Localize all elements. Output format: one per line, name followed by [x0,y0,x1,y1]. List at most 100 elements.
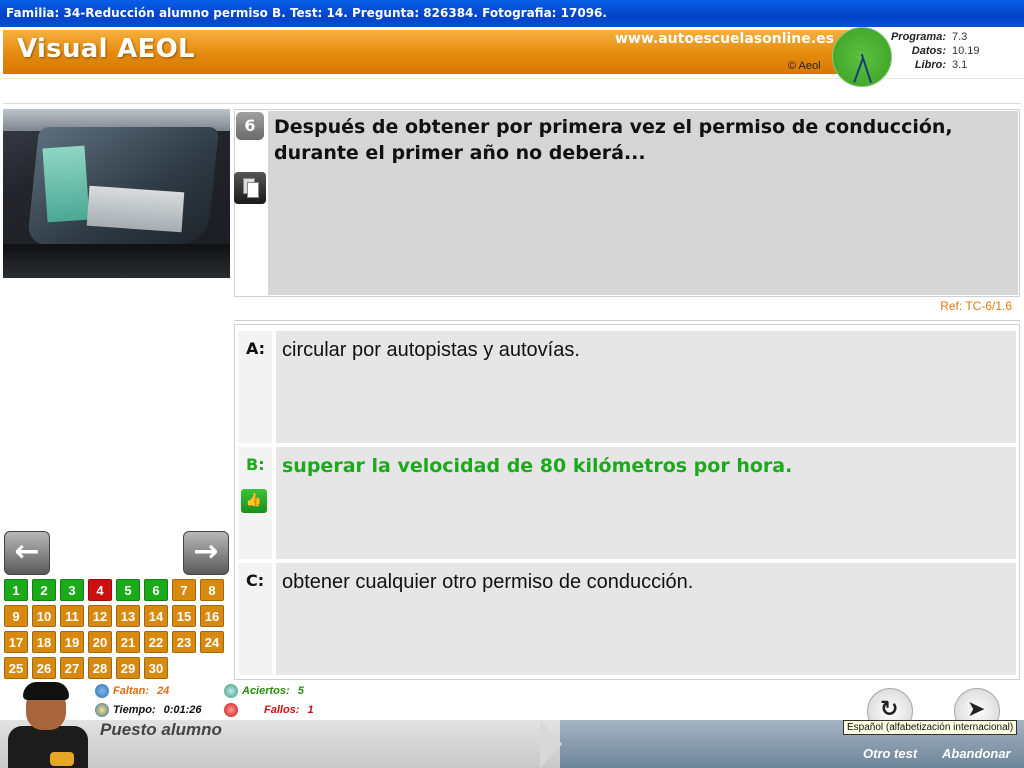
question-nav-cell[interactable]: 28 [88,657,112,679]
question-nav-cell[interactable]: 7 [172,579,196,601]
answer-label: C: [238,563,272,675]
version-row: Programa: 7.3 [890,30,980,44]
avatar-hand [50,752,74,766]
question-nav-cell[interactable]: 3 [60,579,84,601]
answer-text: circular por autopistas y autovías. [276,331,1016,443]
version-label: Programa: [890,31,946,43]
question-number-badge: 6 [236,112,264,140]
version-label: Datos: [911,45,946,57]
previous-question-button[interactable]: ← [4,531,50,575]
stat-faltan: Faltan: 24 [95,684,169,698]
avatar-body [8,726,88,768]
stat-aciertos-value: 5 [297,685,304,697]
question-nav-cell[interactable]: 9 [4,605,28,627]
stat-faltan-value: 24 [157,685,170,697]
answer-text: superar la velocidad de 80 kilómetros po… [276,447,1016,559]
question-nav-cell[interactable]: 16 [200,605,224,627]
flag-icon [95,684,109,698]
question-nav-cell[interactable]: 13 [116,605,140,627]
copy-icon [247,182,259,198]
flag-icon [224,703,238,717]
stat-tiempo-value: 0:01:26 [163,704,202,716]
window-title: Familia: 34-Reducción alumno permiso B. … [6,6,607,20]
version-row: Libro: 3.1 [890,58,980,72]
arrow-right-icon: → [193,534,219,569]
clock-hand [853,57,864,83]
website-link[interactable]: www.autoescuelasonline.es [615,31,834,47]
app-header: Visual AEOL www.autoescuelasonline.es © … [0,27,1024,87]
question-nav-cell[interactable]: 20 [88,631,112,653]
question-nav-cell[interactable]: 19 [60,631,84,653]
version-label: Libro: [914,59,946,71]
version-row: Datos: 10.19 [890,44,980,58]
refresh-icon: ↻ [880,697,899,722]
answer-option-c[interactable]: C: obtener cualquier otro permiso de con… [238,563,1016,675]
question-nav-cell[interactable]: 6 [144,579,168,601]
stat-tiempo-label: Tiempo: [113,704,156,716]
photo-paper [86,185,185,233]
question-nav-cell[interactable]: 8 [200,579,224,601]
question-nav-cell[interactable]: 10 [32,605,56,627]
photo-sticker [42,145,90,223]
next-question-button[interactable]: → [183,531,229,575]
question-nav-cell[interactable]: 11 [60,605,84,627]
answer-label: B: 👍 [238,447,272,559]
other-test-label[interactable]: Otro test [863,746,917,761]
language-tooltip: Español (alfabetización internacional) [843,720,1018,735]
question-nav-cell[interactable]: 17 [4,631,28,653]
question-nav-cell[interactable]: 24 [200,631,224,653]
stat-fallos: Fallos: 1 [224,703,314,717]
thumbs-up-icon: 👍 [241,489,267,513]
stat-fallos-value: 1 [307,704,314,716]
avatar-hair [23,682,69,700]
header-separator [3,80,1021,104]
window-title-bar: Familia: 34-Reducción alumno permiso B. … [0,0,1024,27]
version-value: 3.1 [952,59,968,71]
exit-door-icon: ➤ [967,697,986,722]
question-nav-cell[interactable]: 15 [172,605,196,627]
question-nav-cell[interactable]: 30 [144,657,168,679]
station-label: Puesto alumno [100,720,222,739]
version-value: 10.19 [952,45,980,57]
stat-tiempo: Tiempo: 0:01:26 [95,703,202,717]
question-photo[interactable] [3,109,230,278]
question-nav-cell[interactable]: 4 [88,579,112,601]
quit-label[interactable]: Abandonar [942,746,1011,761]
version-value: 7.3 [952,31,968,43]
stat-fallos-label: Fallos: [264,704,300,716]
question-nav-cell[interactable]: 18 [32,631,56,653]
question-nav-cell[interactable]: 26 [32,657,56,679]
question-nav-cell[interactable]: 25 [4,657,28,679]
answer-option-a[interactable]: A: circular por autopistas y autovías. [238,331,1016,443]
question-nav-cell[interactable]: 12 [88,605,112,627]
question-nav-cell[interactable]: 5 [116,579,140,601]
stat-aciertos-label: Aciertos: [242,685,290,697]
question-nav-cell[interactable]: 2 [32,579,56,601]
question-nav-cell[interactable]: 29 [116,657,140,679]
question-nav-cell[interactable]: 23 [172,631,196,653]
question-nav-cell[interactable]: 21 [116,631,140,653]
question-nav-cell[interactable]: 1 [4,579,28,601]
answer-text: obtener cualquier otro permiso de conduc… [276,563,1016,675]
answer-label-text: B: [246,455,265,474]
question-nav-cell[interactable]: 27 [60,657,84,679]
question-nav-cell[interactable]: 14 [144,605,168,627]
brand-banner: Visual AEOL www.autoescuelasonline.es © … [3,30,848,74]
copy-question-button[interactable] [234,172,266,204]
question-text: Después de obtener por primera vez el pe… [268,111,1018,295]
photo-bumper [3,244,230,278]
brand-logo-text: Visual AEOL [17,34,195,64]
version-info: Programa: 7.3 Datos: 10.19 Libro: 3.1 [890,30,980,72]
footer-arrow-decoration [540,720,562,768]
stat-faltan-label: Faltan: [113,685,150,697]
flag-icon [224,684,238,698]
question-nav-cell[interactable]: 22 [144,631,168,653]
question-reference: Ref: TC-6/1.6 [940,299,1012,313]
stat-aciertos: Aciertos: 5 [224,684,304,698]
answer-option-b[interactable]: B: 👍 superar la velocidad de 80 kilómetr… [238,447,1016,559]
hourglass-icon [95,703,109,717]
copyright-text: © Aeol [788,60,821,72]
avatar [4,682,92,768]
arrow-left-icon: ← [14,534,40,569]
clock-icon [832,27,892,87]
